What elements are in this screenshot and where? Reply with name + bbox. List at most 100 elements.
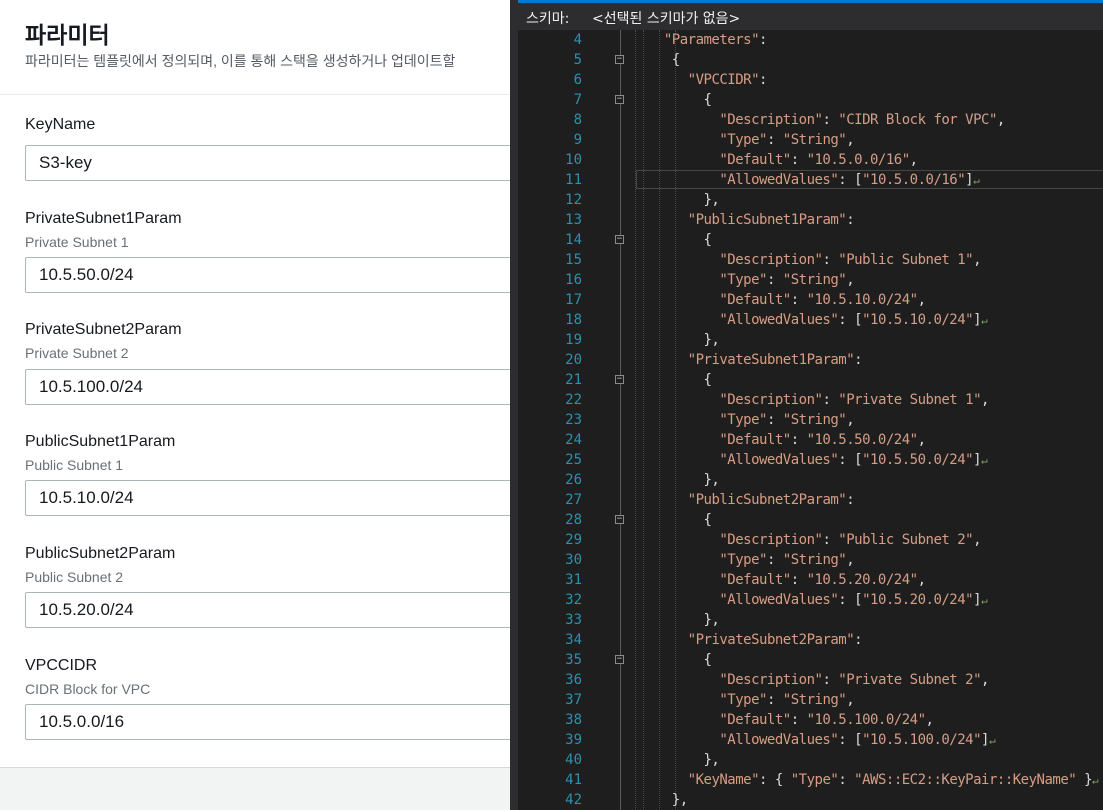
code-text: "Type": "String", [719,132,855,148]
code-line[interactable]: 31 "Default": "10.5.20.0/24", [518,570,1103,590]
collapse-icon[interactable]: − [615,235,624,244]
code-text: "PublicSubnet2Param": [687,492,855,508]
collapse-icon[interactable]: − [615,515,624,524]
code-line[interactable]: 34 "PrivateSubnet2Param": [518,630,1103,650]
collapse-icon[interactable]: − [615,655,624,664]
code-text: { [648,52,680,68]
line-number: 24 [565,432,582,448]
code-line[interactable]: 10 "Default": "10.5.0.0/16", [518,150,1103,170]
line-number: 5 [573,52,582,68]
code-text: }, [648,332,720,348]
schema-dropdown[interactable]: <선택된 스키마가 없음> [592,8,740,28]
parameters-header: 파라미터 파라미터는 템플릿에서 정의되며, 이를 통해 스택을 생성하거나 업… [0,0,510,95]
line-number: 42 [565,792,582,808]
public-subnet1-input[interactable] [25,480,510,516]
code-line[interactable]: 36 "Description": "Private Subnet 2", [518,670,1103,690]
code-line[interactable]: 42 }, [518,790,1103,810]
collapse-icon[interactable]: − [615,95,624,104]
code-line[interactable]: 5 − { [518,50,1103,70]
code-line[interactable]: 7 − { [518,90,1103,110]
code-line[interactable]: 15 "Description": "Public Subnet 1", [518,250,1103,270]
line-number: 12 [565,192,582,208]
code-line[interactable]: 9 "Type": "String", [518,130,1103,150]
line-number: 19 [565,332,582,348]
code-text: "Type": "String", [719,692,855,708]
line-number: 35 [565,652,582,668]
public-subnet2-input[interactable] [25,592,510,628]
code-line[interactable]: 23 "Type": "String", [518,410,1103,430]
code-line[interactable]: 24 "Default": "10.5.50.0/24", [518,430,1103,450]
vpccidr-input[interactable] [25,704,510,740]
code-line[interactable]: 32 "AllowedValues": ["10.5.20.0/24"]↵ [518,590,1103,610]
code-text: "Default": "10.5.10.0/24", [719,292,926,308]
line-number: 23 [565,412,582,428]
code-line[interactable]: 20 "PrivateSubnet1Param": [518,350,1103,370]
code-line[interactable]: 38 "Default": "10.5.100.0/24", [518,710,1103,730]
code-text: "Description": "Private Subnet 1", [719,392,989,408]
code-text: "AllowedValues": ["10.5.50.0/24"]↵ [719,452,988,468]
line-number: 7 [573,92,582,108]
private-subnet1-input[interactable] [25,257,510,293]
code-text: "PrivateSubnet1Param": [687,352,863,368]
code-text: "Default": "10.5.100.0/24", [719,712,934,728]
format-hint-icon: ↵ [981,594,988,607]
private-subnet2-input[interactable] [25,369,510,405]
code-line[interactable]: 19 }, [518,330,1103,350]
schema-label: 스키마: [526,11,570,27]
keyname-input[interactable] [25,145,510,181]
code-line[interactable]: 27 "PublicSubnet2Param": [518,490,1103,510]
code-text: "AllowedValues": ["10.5.20.0/24"]↵ [719,592,988,608]
code-line[interactable]: 37 "Type": "String", [518,690,1103,710]
line-number: 13 [565,212,582,228]
code-line[interactable]: 12 }, [518,190,1103,210]
code-line[interactable]: 8 "Description": "CIDR Block for VPC", [518,110,1103,130]
code-line[interactable]: 33 }, [518,610,1103,630]
code-line[interactable]: 28 − { [518,510,1103,530]
code-line[interactable]: 4 "Parameters": [518,30,1103,50]
code-area[interactable]: 4 "Parameters": 5 − {6 "VPCCIDR": 7 − {8 "De… [518,30,1103,810]
keyname-label: KeyName [25,116,96,133]
code-line[interactable]: 6 "VPCCIDR": [518,70,1103,90]
line-number: 15 [565,252,582,268]
code-line[interactable]: 35 − { [518,650,1103,670]
line-number: 38 [565,712,582,728]
code-line[interactable]: 41 "KeyName": { "Type": "AWS::EC2::KeyPa… [518,770,1103,790]
code-line[interactable]: 26 }, [518,470,1103,490]
line-number: 41 [565,772,582,788]
collapse-icon[interactable]: − [615,55,624,64]
format-hint-icon: ↵ [981,454,988,467]
schema-bar: 스키마: <선택된 스키마가 없음> [518,0,1103,30]
collapse-icon[interactable]: − [615,375,624,384]
code-text: }, [648,472,720,488]
code-line[interactable]: 11 "AllowedValues": ["10.5.0.0/16"]↵ [518,170,1103,190]
code-text: "Parameters": [663,32,768,48]
line-number: 26 [565,472,582,488]
code-text: { [648,372,712,388]
code-line[interactable]: 22 "Description": "Private Subnet 1", [518,390,1103,410]
code-text: "PublicSubnet1Param": [687,212,855,228]
format-hint-icon: ↵ [981,314,988,327]
code-line[interactable]: 13 "PublicSubnet1Param": [518,210,1103,230]
code-line[interactable]: 17 "Default": "10.5.10.0/24", [518,290,1103,310]
line-number: 39 [565,732,582,748]
line-number: 16 [565,272,582,288]
code-line[interactable]: 14 − { [518,230,1103,250]
code-line[interactable]: 30 "Type": "String", [518,550,1103,570]
code-text: }, [648,792,688,808]
code-line[interactable]: 21 − { [518,370,1103,390]
code-editor[interactable]: 스키마: <선택된 스키마가 없음> 4 "Parameters": 5 − {6 … [510,0,1103,810]
format-hint-icon: ↵ [988,734,996,747]
code-line[interactable]: 16 "Type": "String", [518,270,1103,290]
code-line[interactable]: 18 "AllowedValues": ["10.5.10.0/24"]↵ [518,310,1103,330]
line-number: 11 [565,172,582,188]
page-description: 파라미터는 템플릿에서 정의되며, 이를 통해 스택을 생성하거나 업데이트할 [25,53,456,69]
line-number: 20 [565,352,582,368]
private-subnet2-label: PrivateSubnet2Param [25,321,182,338]
code-line[interactable]: 40 }, [518,750,1103,770]
code-text: { [648,232,712,248]
line-number: 9 [573,132,582,148]
code-line[interactable]: 25 "AllowedValues": ["10.5.50.0/24"]↵ [518,450,1103,470]
code-line[interactable]: 29 "Description": "Public Subnet 2", [518,530,1103,550]
code-line[interactable]: 39 "AllowedValues": ["10.5.100.0/24"]↵ [518,730,1103,750]
code-text: "KeyName": { "Type": "AWS::EC2::KeyPair:… [687,772,1099,788]
